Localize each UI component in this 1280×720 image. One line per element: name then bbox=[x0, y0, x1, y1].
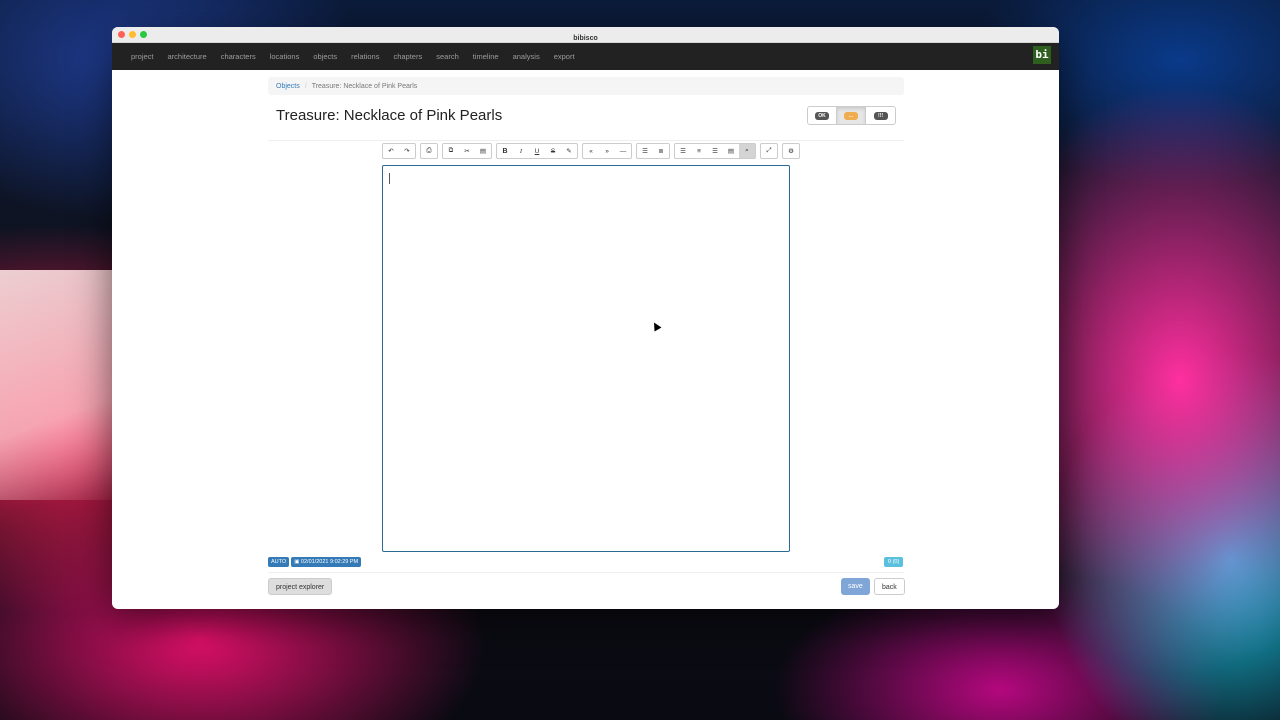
nav-characters[interactable]: characters bbox=[221, 52, 256, 61]
nav-search[interactable]: search bbox=[436, 52, 459, 61]
nav-project[interactable]: project bbox=[131, 52, 154, 61]
nav-objects[interactable]: objects bbox=[313, 52, 337, 61]
status-todo-button[interactable]: !!! bbox=[866, 107, 895, 124]
status-wip-button[interactable]: ... bbox=[837, 107, 866, 124]
page-title: Treasure: Necklace of Pink Pearls bbox=[276, 107, 503, 124]
save-icon: ▣ bbox=[294, 559, 301, 565]
word-count-badge: 0 (0) bbox=[884, 557, 904, 567]
autosave-badge: AUTO bbox=[268, 557, 290, 567]
bold-icon[interactable]: B bbox=[497, 144, 513, 158]
editor-toolbar: ↶ ↷ ⎙ ⧉ ✂ ▤ B I U S ✎ « » — ☰ ≣ ☰ ≡ ☰ ▤ … bbox=[382, 143, 800, 159]
toolbar-group-align: ☰ ≡ ☰ ▤ ⌕ bbox=[674, 143, 756, 159]
toolbar-group-punctuation: « » — bbox=[582, 143, 632, 159]
toolbar-group-clipboard: ⧉ ✂ ▤ bbox=[442, 143, 492, 159]
align-justify-icon[interactable]: ▤ bbox=[723, 144, 739, 158]
status-ok-label: OK bbox=[815, 111, 829, 120]
page-header: Treasure: Necklace of Pink Pearls OK ...… bbox=[268, 103, 904, 141]
breadcrumb-objects-link[interactable]: Objects bbox=[276, 83, 300, 90]
close-window-button[interactable] bbox=[118, 31, 125, 38]
toolbar-group-history: ↶ ↷ bbox=[382, 143, 416, 159]
saved-timestamp: 02/01/2021 9:02:29 PM bbox=[300, 559, 359, 565]
settings-icon[interactable]: ⚙ bbox=[783, 144, 799, 158]
align-right-icon[interactable]: ☰ bbox=[707, 144, 723, 158]
saved-timestamp-badge: ▣ 02/01/2021 9:02:29 PM bbox=[291, 557, 362, 567]
app-logo[interactable]: bi bbox=[1033, 46, 1051, 64]
dash-icon[interactable]: — bbox=[615, 144, 631, 158]
align-left-icon[interactable]: ☰ bbox=[675, 144, 691, 158]
nav-analysis[interactable]: analysis bbox=[513, 52, 540, 61]
left-quote-icon[interactable]: « bbox=[583, 144, 599, 158]
italic-icon[interactable]: I bbox=[513, 144, 529, 158]
status-todo-label: !!! bbox=[873, 111, 888, 120]
strikethrough-icon[interactable]: S bbox=[545, 144, 561, 158]
underline-label: U bbox=[534, 147, 540, 155]
maximize-window-button[interactable] bbox=[140, 31, 147, 38]
save-info: AUTO ▣ 02/01/2021 9:02:29 PM bbox=[268, 557, 362, 567]
search-icon[interactable]: ⌕ bbox=[739, 144, 755, 158]
cut-icon[interactable]: ✂ bbox=[459, 144, 475, 158]
right-quote-icon[interactable]: » bbox=[599, 144, 615, 158]
fullscreen-icon[interactable]: ⤢ bbox=[761, 144, 777, 158]
strike-label: S bbox=[550, 147, 556, 155]
toolbar-group-print: ⎙ bbox=[420, 143, 438, 159]
bold-label: B bbox=[502, 147, 508, 155]
print-icon[interactable]: ⎙ bbox=[421, 144, 437, 158]
toolbar-group-settings: ⚙ bbox=[782, 143, 800, 159]
highlight-icon[interactable]: ✎ bbox=[561, 144, 577, 158]
nav-chapters[interactable]: chapters bbox=[393, 52, 422, 61]
breadcrumb-separator: / bbox=[304, 82, 307, 90]
breadcrumb-current: Treasure: Necklace of Pink Pearls bbox=[311, 82, 418, 90]
unordered-list-icon[interactable]: ≣ bbox=[653, 144, 669, 158]
main-navbar: project architecture characters location… bbox=[112, 43, 1059, 70]
undo-icon[interactable]: ↶ bbox=[383, 144, 399, 158]
toolbar-group-lists: ☰ ≣ bbox=[636, 143, 670, 159]
italic-label: I bbox=[519, 147, 523, 155]
save-button[interactable]: save bbox=[841, 578, 870, 595]
nav-export[interactable]: export bbox=[554, 52, 575, 61]
status-ok-button[interactable]: OK bbox=[808, 107, 837, 124]
align-center-icon[interactable]: ≡ bbox=[691, 144, 707, 158]
project-explorer-button[interactable]: project explorer bbox=[268, 578, 333, 595]
nav-timeline[interactable]: timeline bbox=[473, 52, 499, 61]
nav-relations[interactable]: relations bbox=[351, 52, 379, 61]
minimize-window-button[interactable] bbox=[129, 31, 136, 38]
redo-icon[interactable]: ↷ bbox=[399, 144, 415, 158]
app-window: bibisco project architecture characters … bbox=[112, 27, 1059, 609]
back-button[interactable]: back bbox=[874, 578, 905, 595]
toolbar-group-view: ⤢ bbox=[760, 143, 778, 159]
copy-icon[interactable]: ⧉ bbox=[443, 144, 459, 158]
paste-icon[interactable]: ▤ bbox=[475, 144, 491, 158]
nav-architecture[interactable]: architecture bbox=[168, 52, 207, 61]
ordered-list-icon[interactable]: ☰ bbox=[637, 144, 653, 158]
nav-locations[interactable]: locations bbox=[270, 52, 300, 61]
window-title: bibisco bbox=[573, 35, 598, 42]
title-bar: bibisco bbox=[112, 27, 1059, 43]
window-controls bbox=[118, 31, 147, 38]
text-editor[interactable] bbox=[382, 165, 790, 552]
main-content: Objects / Treasure: Necklace of Pink Pea… bbox=[268, 77, 904, 141]
breadcrumb: Objects / Treasure: Necklace of Pink Pea… bbox=[268, 77, 904, 95]
text-caret bbox=[389, 173, 390, 184]
status-selector: OK ... !!! bbox=[807, 106, 896, 125]
footer-divider bbox=[268, 572, 904, 573]
status-wip-label: ... bbox=[844, 111, 858, 120]
toolbar-group-format: B I U S ✎ bbox=[496, 143, 578, 159]
underline-icon[interactable]: U bbox=[529, 144, 545, 158]
